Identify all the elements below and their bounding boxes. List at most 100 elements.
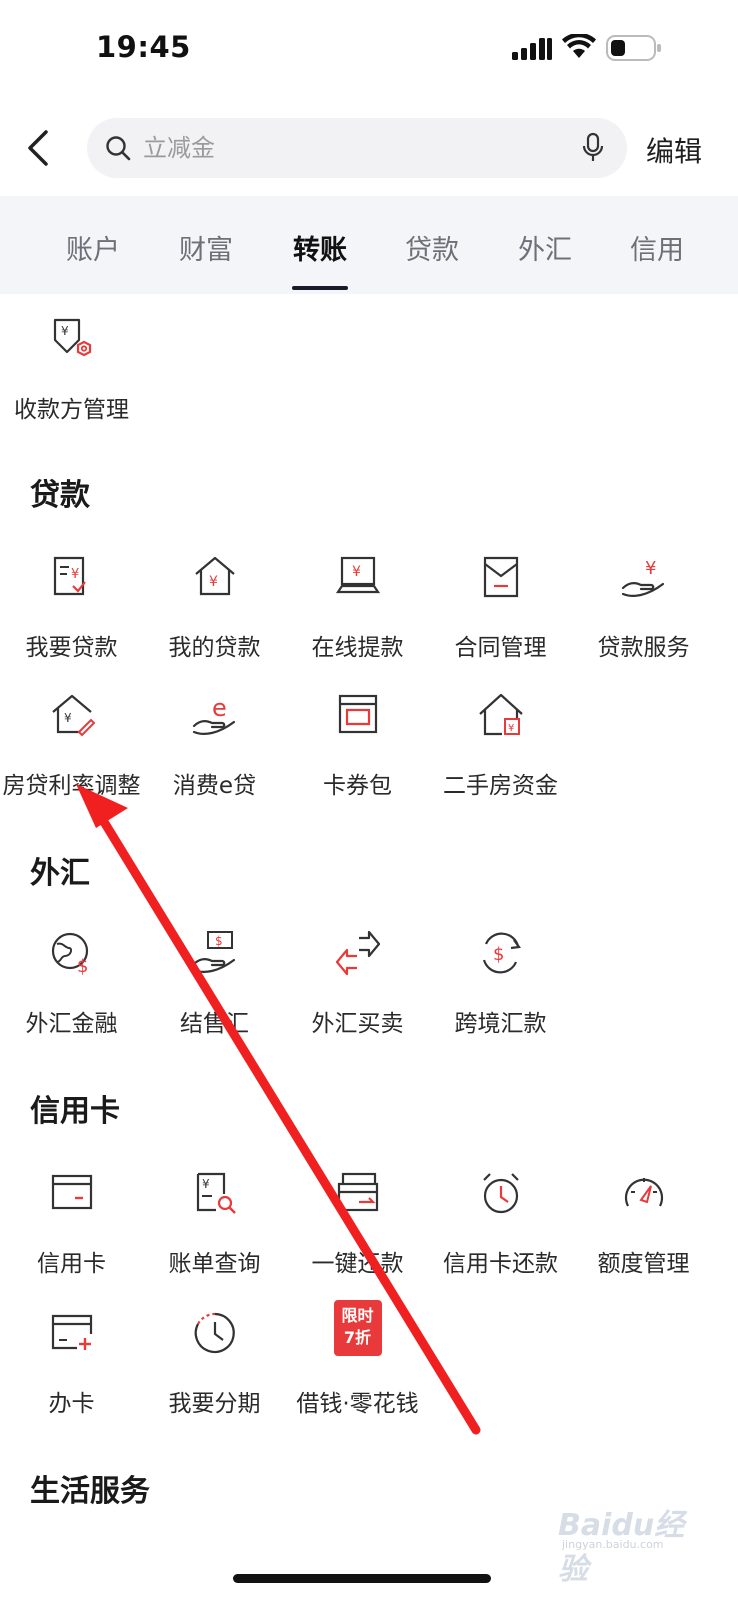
- microphone-icon[interactable]: [581, 132, 605, 164]
- edit-button[interactable]: 编辑: [646, 130, 702, 170]
- grid-item-label: 我的贷款: [168, 635, 261, 661]
- promo-badge-line2: 7折: [343, 1328, 372, 1347]
- svg-text:¥: ¥: [202, 1177, 210, 1191]
- svg-text:$: $: [77, 956, 88, 976]
- coupon-wallet-icon: [338, 694, 377, 734]
- grid-item-mortgage-rate[interactable]: ¥ 房贷利率调整: [0, 692, 143, 802]
- svg-text:e: e: [212, 694, 227, 722]
- grid-item-label: 办卡: [48, 1391, 95, 1417]
- grid-item-label: 借钱·零花钱: [296, 1391, 419, 1417]
- bill-query-icon: ¥: [196, 1172, 236, 1214]
- svg-text:$: $: [215, 934, 223, 948]
- grid-item-forex-trade[interactable]: 外汇买卖: [286, 930, 429, 1040]
- card-repay-clock-icon: [482, 1173, 519, 1214]
- grid-item-limit-manage[interactable]: 额度管理: [572, 1170, 715, 1280]
- forex-trade-icon: [335, 930, 380, 976]
- tab-credit[interactable]: 信用: [617, 228, 697, 267]
- grid-item-label: 额度管理: [597, 1251, 690, 1277]
- grid-item-forex-finance[interactable]: $ 外汇金融: [0, 930, 143, 1040]
- grid-item-label: 消费e贷: [172, 773, 257, 799]
- tab-wealth[interactable]: 财富: [166, 228, 246, 267]
- grid-item-exchange-settlement[interactable]: $ 结售汇: [143, 930, 286, 1040]
- grid-item-label: 我要贷款: [25, 635, 118, 661]
- grid-item-consumer-loan[interactable]: e 消费e贷: [143, 692, 286, 802]
- grid-item-loan-service[interactable]: ¥ 贷款服务: [572, 554, 715, 664]
- search-bar[interactable]: [87, 118, 627, 178]
- svg-text:¥: ¥: [645, 558, 656, 579]
- grid-item-label: 跨境汇款: [454, 1011, 547, 1037]
- grid-item-label: 外汇买卖: [311, 1011, 404, 1037]
- apply-card-icon: [51, 1314, 92, 1350]
- grid-item-contract[interactable]: 合同管理: [429, 554, 572, 664]
- grid-item-label: 在线提款: [311, 635, 404, 661]
- payee-manage-icon: ¥: [53, 318, 91, 357]
- grid-item-installment[interactable]: 我要分期: [143, 1310, 286, 1420]
- installment-icon: [194, 1312, 235, 1354]
- limit-gauge-icon: [624, 1178, 663, 1207]
- grid-item-second-hand-house[interactable]: ¥ 二手房资金: [429, 692, 572, 802]
- grid-item-label: 账单查询: [168, 1251, 261, 1277]
- grid-item-label: 收款方管理: [14, 397, 129, 423]
- grid-item-card-repay[interactable]: 信用卡还款: [429, 1170, 572, 1280]
- search-input[interactable]: [143, 118, 563, 178]
- exchange-settlement-icon: $: [192, 931, 235, 973]
- svg-text:¥: ¥: [71, 567, 79, 582]
- svg-text:$: $: [493, 944, 504, 965]
- grid-item-apply-card[interactable]: 办卡: [0, 1310, 143, 1420]
- promo-badge: 限时 7折: [333, 1300, 382, 1356]
- consumer-loan-icon: e: [192, 694, 235, 735]
- back-button[interactable]: [20, 126, 60, 170]
- grid-item-online-withdraw[interactable]: ¥ 在线提款: [286, 554, 429, 664]
- grid-item-label: 房贷利率调整: [2, 773, 141, 799]
- status-bar: 19:45: [0, 0, 738, 100]
- svg-text:¥: ¥: [64, 711, 72, 725]
- grid-item-label: 信用卡还款: [443, 1251, 558, 1277]
- baidu-jingyan-watermark: Baidu经验 jingyan.baidu.com: [548, 1496, 698, 1587]
- grid-item-label: 结售汇: [180, 1011, 249, 1037]
- grid-item-label: 信用卡: [37, 1251, 106, 1277]
- grid-item-label: 一键还款: [311, 1251, 404, 1277]
- active-tab-indicator: [292, 286, 348, 290]
- battery-icon: [606, 35, 661, 61]
- wifi-icon: [562, 34, 596, 58]
- watermark-url: jingyan.baidu.com: [562, 1538, 664, 1551]
- grid-item-one-click-repay[interactable]: 一键还款: [286, 1170, 429, 1280]
- grid-item-my-loan[interactable]: ¥ 我的贷款: [143, 554, 286, 664]
- category-tabs: 账户 财富 转账 贷款 外汇 信用: [0, 196, 738, 294]
- grid-item-bill-query[interactable]: ¥ 账单查询: [143, 1170, 286, 1280]
- tab-account[interactable]: 账户: [53, 228, 133, 267]
- svg-text:¥: ¥: [209, 574, 218, 590]
- credit-card-icon: [51, 1174, 92, 1210]
- grid-item-label: 外汇金融: [25, 1011, 118, 1037]
- apply-loan-icon: ¥: [53, 556, 86, 596]
- my-loan-icon: ¥: [194, 556, 235, 596]
- section-title-loan: 贷款: [30, 478, 90, 513]
- forex-finance-icon: $: [51, 932, 88, 976]
- grid-item-coupon-wallet[interactable]: 卡券包: [286, 692, 429, 802]
- grid-item-label: 卡券包: [323, 773, 392, 799]
- online-withdraw-icon: ¥: [335, 556, 380, 594]
- section-title-life-services: 生活服务: [30, 1474, 150, 1509]
- grid-item-credit-card[interactable]: 信用卡: [0, 1170, 143, 1280]
- tab-transfer[interactable]: 转账: [280, 228, 360, 267]
- svg-text:¥: ¥: [61, 324, 69, 338]
- grid-item-label: 贷款服务: [597, 635, 690, 661]
- mortgage-rate-icon: ¥: [51, 694, 95, 737]
- home-indicator[interactable]: [233, 1574, 491, 1583]
- promo-badge-line1: 限时: [341, 1306, 374, 1325]
- status-time: 19:45: [96, 30, 191, 64]
- grid-item-label: 二手房资金: [443, 773, 558, 799]
- grid-item-label: 我要分期: [168, 1391, 261, 1417]
- grid-item-cross-border-remit[interactable]: $ 跨境汇款: [429, 930, 572, 1040]
- grid-item-borrow-pocket-money[interactable]: 限时 7折 借钱·零花钱: [286, 1300, 429, 1420]
- tab-loan[interactable]: 贷款: [392, 228, 472, 267]
- svg-text:¥: ¥: [352, 564, 361, 580]
- grid-item-payee-manage[interactable]: ¥ 收款方管理: [0, 316, 143, 426]
- search-icon: [106, 136, 131, 161]
- grid-item-label: 合同管理: [454, 635, 547, 661]
- section-title-credit-card: 信用卡: [30, 1094, 120, 1129]
- tab-forex[interactable]: 外汇: [505, 228, 585, 267]
- cellular-signal-icon: [512, 38, 552, 60]
- grid-item-apply-loan[interactable]: ¥ 我要贷款: [0, 554, 143, 664]
- second-hand-house-icon: ¥: [478, 693, 523, 736]
